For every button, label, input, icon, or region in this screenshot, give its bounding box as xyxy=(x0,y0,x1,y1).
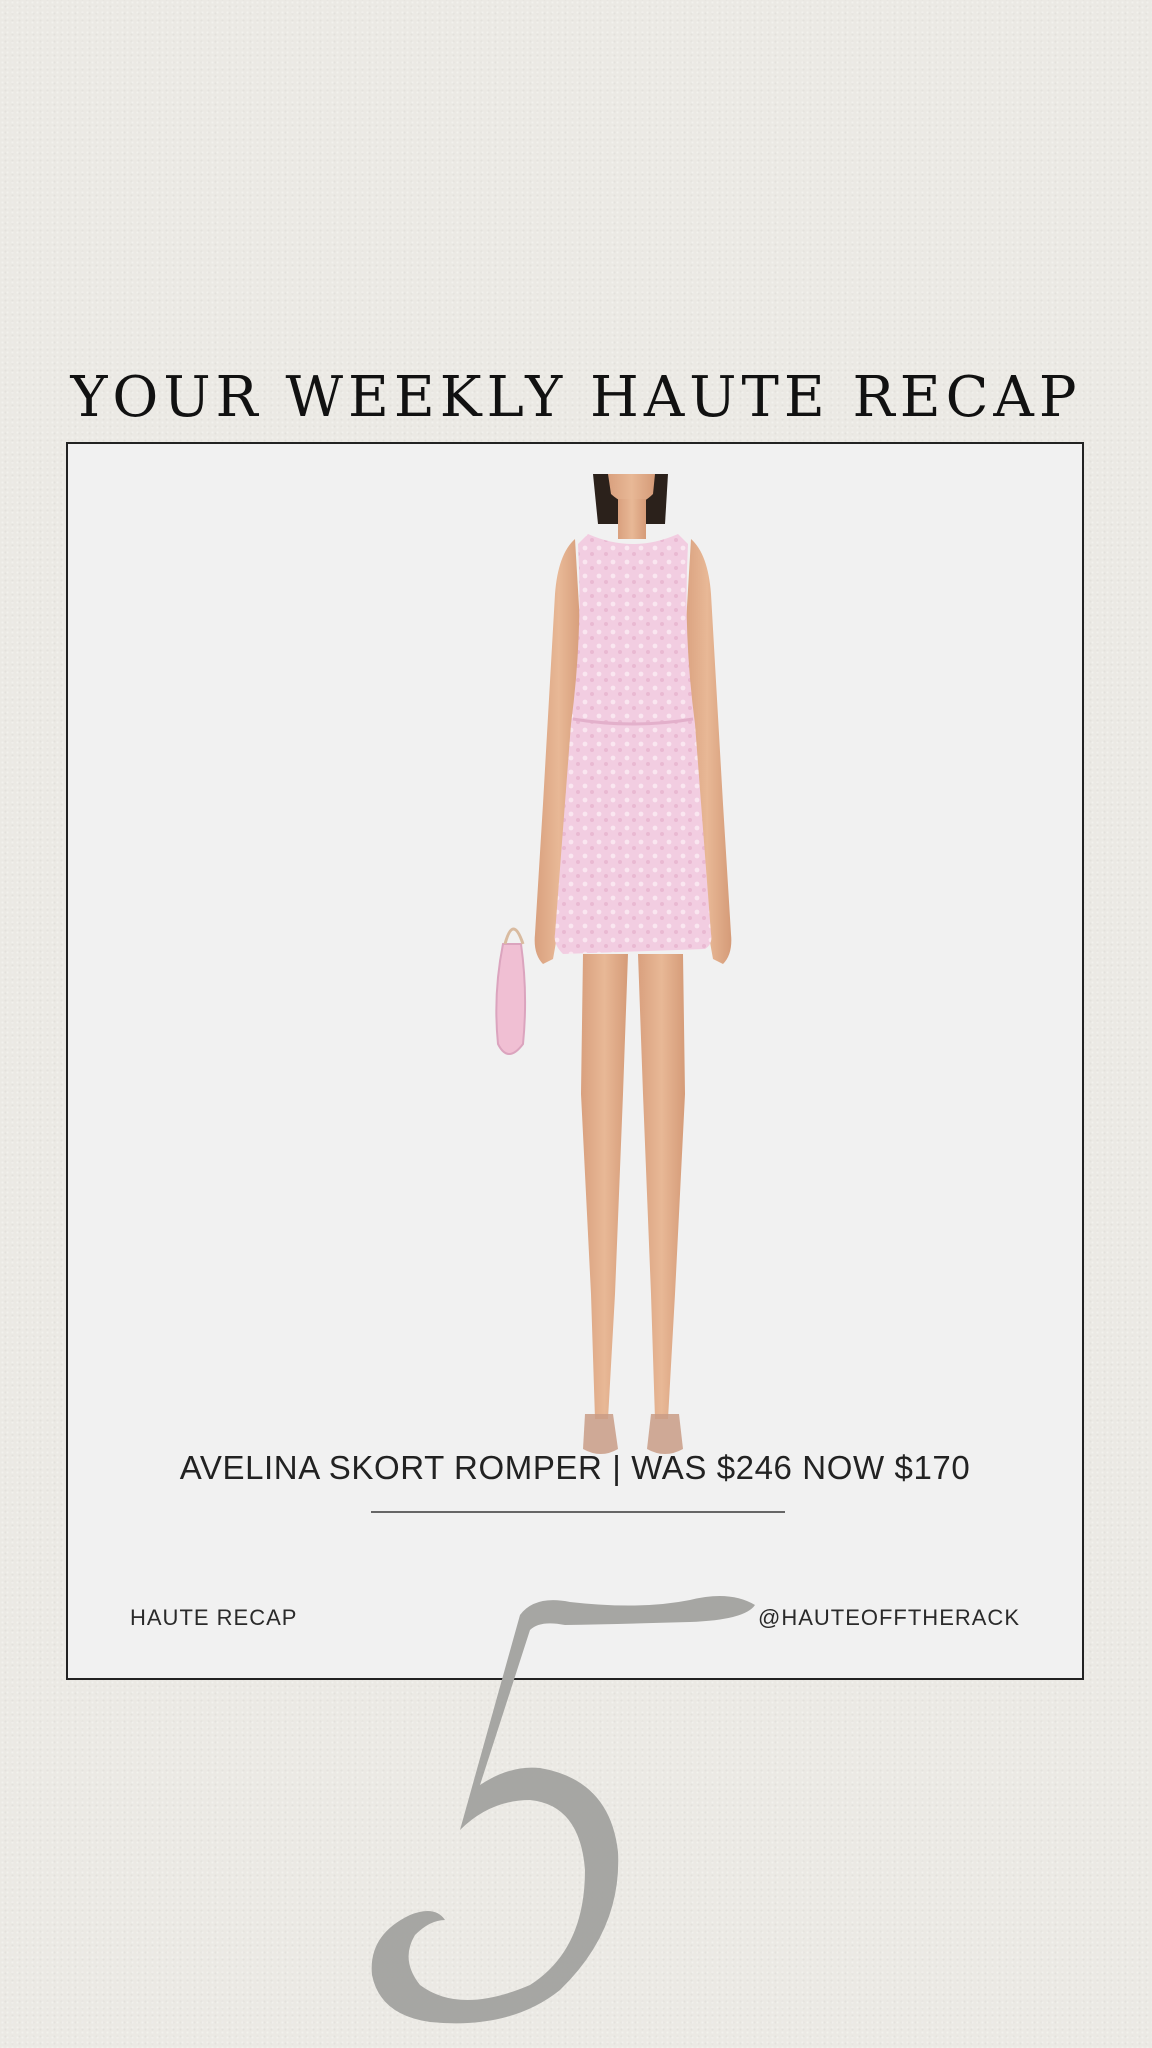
model-in-pink-dress-image xyxy=(495,474,732,1454)
social-handle-link[interactable]: @HAUTEOFFTHERACK xyxy=(758,1603,1020,1633)
product-card: AVELINA SKORT ROMPER | WAS $246 NOW $170… xyxy=(66,442,1084,1680)
brand-label: HAUTE RECAP xyxy=(130,1605,298,1630)
page-number: 5 xyxy=(360,1590,780,2030)
product-photo[interactable] xyxy=(483,474,783,1479)
divider xyxy=(371,1511,785,1513)
product-caption: AVELINA SKORT ROMPER | WAS $246 NOW $170 xyxy=(179,1449,971,1486)
page-title: YOUR WEEKLY HAUTE RECAP xyxy=(70,365,1082,430)
